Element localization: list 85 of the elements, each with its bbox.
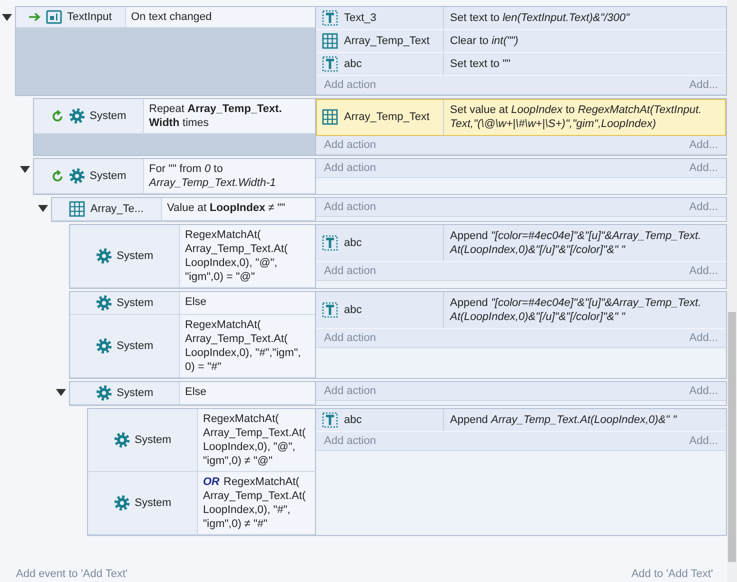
text-object-icon — [322, 10, 338, 26]
add-more-link[interactable]: Add... — [689, 162, 718, 174]
condition-text[interactable]: Else — [180, 292, 315, 314]
object-name: System — [134, 497, 172, 509]
object-name: System — [116, 297, 154, 309]
gear-icon — [96, 295, 112, 311]
condition-text[interactable]: Else — [180, 382, 315, 404]
scrollbar[interactable] — [727, 0, 737, 582]
grid-icon — [322, 109, 338, 125]
add-more-link[interactable]: Add... — [689, 435, 718, 447]
text-input-icon — [46, 10, 62, 24]
action-text: Set text to "" — [449, 57, 512, 72]
add-more-link[interactable]: Add... — [689, 79, 718, 91]
action-text: Set text to len(TextInput.Text)&"/300" — [449, 11, 631, 26]
object-name: System — [90, 170, 126, 182]
condition-text[interactable]: RegexMatchAt( Array_Temp_Text.At( LoopIndex,0), "@", "igm",0) ≠ "@" — [198, 409, 315, 471]
text-object-icon — [322, 235, 338, 251]
condition-text[interactable]: Value at LoopIndex ≠ "" — [162, 198, 315, 220]
add-action-link[interactable]: Add action — [324, 385, 376, 397]
add-action-link[interactable]: Add action — [324, 139, 376, 151]
object-name: abc — [344, 58, 362, 70]
action-row[interactable]: abc Append "[color=#4ec04e]"&"[u]"&Array_Temp_Text. At(LoopIndex,0)&"[/u]"&"[/color]"&" " — [316, 292, 726, 329]
object-name: System — [134, 434, 172, 446]
condition-text[interactable]: On text changed — [126, 7, 315, 27]
text-object-icon — [322, 412, 338, 428]
object-name: abc — [344, 304, 362, 316]
add-more-link[interactable]: Add... — [689, 385, 718, 397]
gear-icon — [96, 385, 112, 401]
add-to-link[interactable]: Add to 'Add Text' — [631, 568, 713, 580]
gear-icon — [114, 495, 130, 511]
object-name: System — [90, 110, 126, 122]
gear-icon — [68, 108, 85, 124]
add-more-link[interactable]: Add... — [689, 139, 718, 151]
grid-icon — [69, 201, 86, 217]
loop-arrow-icon — [50, 110, 64, 122]
collapse-triangle-icon[interactable] — [2, 14, 12, 21]
object-name: Array_Temp_Text — [344, 35, 430, 47]
loop-arrow-icon — [50, 170, 64, 182]
action-text: Set value at LoopIndex to RegexMatchAt(TextInput. Text,"(\@\w+|\#\w+|\S+)","gim",LoopIndex) — [449, 103, 703, 132]
add-more-link[interactable]: Add... — [689, 265, 718, 277]
object-name: System — [116, 250, 154, 262]
add-action-link[interactable]: Add action — [324, 162, 376, 174]
action-row[interactable]: abc Append Array_Temp_Text.At(LoopIndex,0)&" " — [316, 409, 726, 432]
action-text: Append "[color=#4ec04e]"&"[u]"&Array_Temp_Text. At(LoopIndex,0)&"[/u]"&"[/color]"&" " — [448, 296, 702, 325]
scrollbar-thumb[interactable] — [728, 312, 736, 562]
text-object-icon — [322, 56, 338, 72]
collapse-triangle-icon[interactable] — [38, 205, 48, 212]
add-event-link[interactable]: Add event to 'Add Text' — [16, 568, 128, 580]
collapse-triangle-icon[interactable] — [56, 389, 66, 396]
collapse-triangle-icon[interactable] — [20, 166, 30, 173]
object-name: Array_Temp_Text — [344, 111, 430, 123]
condition-text[interactable]: RegexMatchAt( Array_Temp_Text.At( LoopIndex,0), "@", "igm",0) = "@" — [180, 225, 315, 287]
add-action-link[interactable]: Add action — [324, 79, 376, 91]
action-row[interactable]: Array_Temp_Text Set value at LoopIndex to RegexMatchAt(TextInput. Text,"(\@\w+|\#\w+|\S+)","gim",LoopIndex) — [316, 99, 726, 136]
gear-icon — [114, 432, 130, 448]
action-text: Append "[color=#4ec04e]"&"[u]"&Array_Temp_Text. At(LoopIndex,0)&"[/u]"&"[/color]"&" " — [448, 229, 702, 258]
object-name: System — [116, 387, 154, 399]
action-row[interactable]: abc Append "[color=#4ec04e]"&"[u]"&Array_Temp_Text. At(LoopIndex,0)&"[/u]"&"[/color]"&" " — [316, 225, 726, 262]
condition-text[interactable]: Repeat Array_Temp_Text. Width times — [144, 99, 315, 133]
condition-text[interactable]: OR RegexMatchAt( Array_Temp_Text.At( LoopIndex,0), "#", "igm",0) ≠ "#" — [198, 472, 315, 534]
add-action-link[interactable]: Add action — [324, 265, 376, 277]
add-more-link[interactable]: Add... — [689, 332, 718, 344]
condition-text[interactable]: For "" from 0 to Array_Temp_Text.Width-1 — [144, 159, 315, 193]
add-action-link[interactable]: Add action — [324, 201, 376, 213]
add-action-link[interactable]: Add action — [324, 332, 376, 344]
action-text: Clear to int("") — [449, 34, 520, 49]
object-name: TextInput — [67, 11, 112, 23]
grid-icon — [322, 33, 338, 49]
add-action-link[interactable]: Add action — [324, 435, 376, 447]
object-name: Array_Te... — [90, 203, 144, 215]
text-object-icon — [322, 302, 338, 318]
arrow-right-icon — [29, 12, 42, 22]
object-name: abc — [344, 237, 362, 249]
action-row[interactable]: Text_3 Set text to len(TextInput.Text)&"/300" — [316, 7, 726, 30]
action-row[interactable]: Array_Temp_Text Clear to int("") — [316, 30, 726, 53]
action-row[interactable]: abc Set text to "" — [316, 53, 726, 76]
condition-text[interactable]: RegexMatchAt( Array_Temp_Text.At( LoopIndex,0), "#","igm", 0) = "#" — [180, 315, 315, 377]
add-more-link[interactable]: Add... — [689, 201, 718, 213]
gear-icon — [68, 168, 85, 184]
object-name: Text_3 — [344, 12, 376, 24]
gear-icon — [96, 248, 112, 264]
gear-icon — [96, 338, 112, 354]
object-name: abc — [344, 414, 362, 426]
object-name: System — [116, 340, 154, 352]
action-text: Append Array_Temp_Text.At(LoopIndex,0)&" " — [449, 413, 678, 428]
